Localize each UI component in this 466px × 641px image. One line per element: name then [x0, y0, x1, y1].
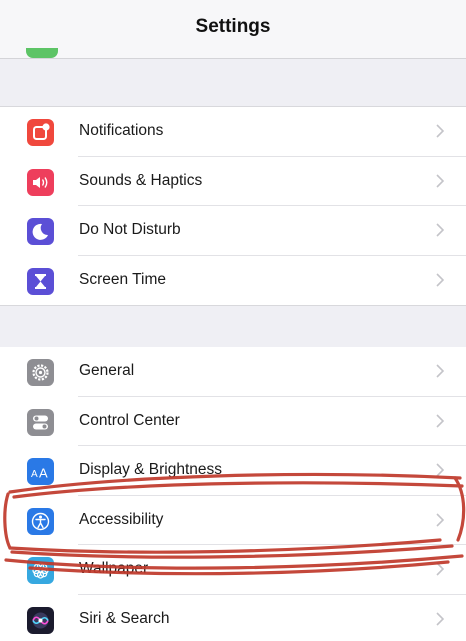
chevron-right-icon: [436, 124, 444, 138]
settings-row-do-not-disturb[interactable]: Do Not Disturb: [0, 206, 466, 256]
chevron-right-icon: [436, 512, 444, 527]
text-size-icon: AA: [27, 458, 54, 485]
toggles-icon: [27, 408, 54, 436]
page-title: Settings: [195, 16, 271, 37]
accessibility-icon: [27, 507, 54, 535]
gear-icon: [27, 359, 54, 386]
section-gap: [0, 305, 466, 348]
row-label: Display & Brightness: [79, 461, 223, 478]
chevron-right-icon: [436, 562, 444, 576]
settings-screen: Settings Notifications Sounds & Haptics …: [0, 0, 466, 641]
row-label: Siri & Search: [79, 609, 170, 627]
chevron-right-icon: [436, 223, 444, 237]
settings-row-notifications[interactable]: Notifications: [0, 107, 466, 157]
hourglass-icon: [27, 267, 54, 295]
settings-row-accessibility[interactable]: Accessibility: [0, 496, 466, 545]
settings-row-wallpaper[interactable]: Wallpaper: [0, 545, 466, 595]
row-label: Screen Time: [79, 270, 167, 288]
siri-icon: [27, 606, 54, 634]
svg-text:A: A: [31, 469, 38, 480]
speaker-icon: [27, 168, 54, 196]
settings-row-screen-time[interactable]: Screen Time: [0, 256, 466, 306]
partially-hidden-settings-icon: [26, 48, 58, 58]
settings-row-control-center[interactable]: Control Center: [0, 397, 466, 446]
chevron-right-icon: [436, 272, 444, 287]
settings-row-display-brightness[interactable]: AA Display & Brightness: [0, 446, 466, 496]
flower-icon: [27, 557, 54, 584]
row-label: General: [79, 362, 135, 379]
settings-group-1: Notifications Sounds & Haptics Do Not Di…: [0, 107, 466, 305]
settings-row-general[interactable]: General: [0, 347, 466, 397]
settings-row-sounds-haptics[interactable]: Sounds & Haptics: [0, 157, 466, 206]
row-label: Accessibility: [79, 510, 164, 528]
settings-group-2: General Control Center AA Display & Brig…: [0, 347, 466, 641]
row-label: Control Center: [79, 411, 180, 429]
chevron-right-icon: [436, 364, 444, 378]
notifications-icon: [27, 119, 54, 146]
chevron-right-icon: [436, 611, 444, 626]
row-label: Notifications: [79, 122, 164, 139]
chevron-right-icon: [436, 463, 444, 477]
chevron-right-icon: [436, 173, 444, 188]
row-label: Sounds & Haptics: [79, 171, 203, 189]
svg-text:A: A: [39, 466, 48, 481]
section-gap: [0, 58, 466, 107]
chevron-right-icon: [436, 413, 444, 428]
row-label: Wallpaper: [79, 560, 149, 577]
moon-icon: [27, 218, 54, 245]
settings-row-siri-search[interactable]: Siri & Search: [0, 595, 466, 641]
navigation-bar: Settings: [0, 0, 466, 59]
row-label: Do Not Disturb: [79, 221, 181, 238]
